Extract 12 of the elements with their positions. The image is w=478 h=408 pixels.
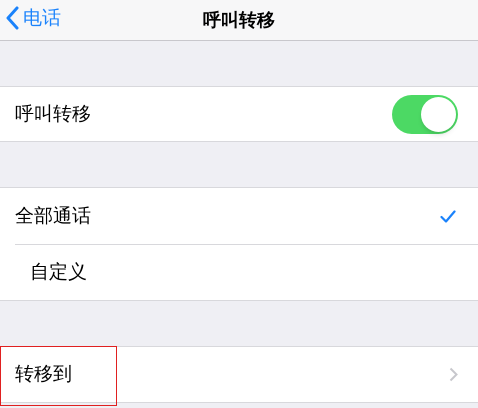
row-label: 呼叫转移 [15, 102, 91, 127]
row-label: 转移到 [15, 362, 72, 388]
toggle-switch[interactable] [392, 94, 458, 134]
window-title: 呼叫转移 [203, 8, 275, 32]
checkmark-icon [440, 210, 456, 222]
option-label: 自定义 [30, 260, 87, 286]
option-label: 全部通话 [15, 204, 91, 229]
chevron-right-icon [449, 367, 458, 382]
option-row[interactable]: 全部通话 [0, 188, 478, 244]
back-chevron-icon [6, 6, 19, 30]
settings-row[interactable]: 转移到 [0, 346, 478, 403]
option-row[interactable]: 自定义 [15, 244, 478, 300]
